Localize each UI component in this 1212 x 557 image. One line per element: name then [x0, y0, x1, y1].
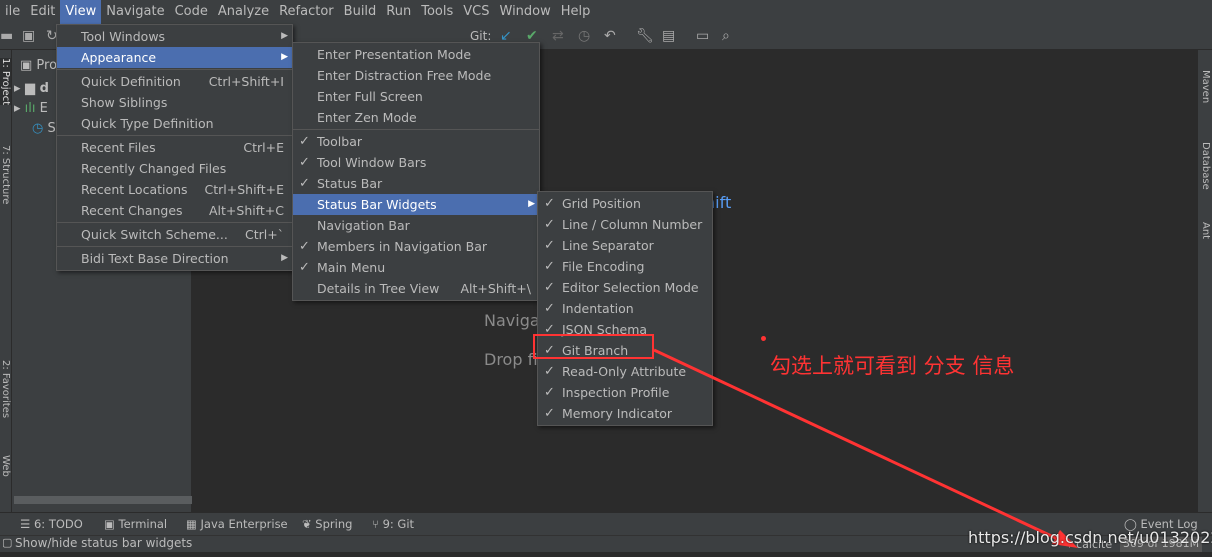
- arrow-line: [653, 348, 1061, 542]
- annotation-arrow: [653, 348, 1078, 548]
- watermark: https://blog.csdn.net/u013202238: [968, 528, 1212, 547]
